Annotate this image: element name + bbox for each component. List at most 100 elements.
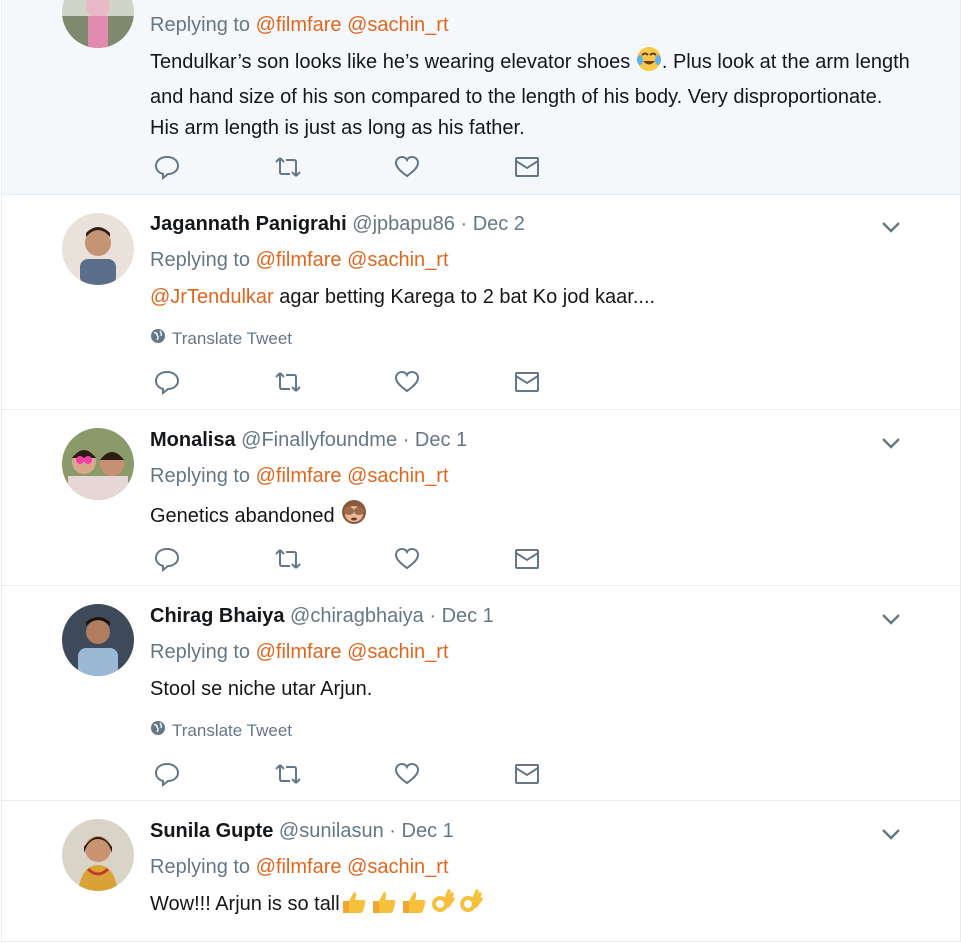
like-button[interactable] [394,155,514,183]
mention-link[interactable]: @sachin_rt [347,856,448,878]
user-name[interactable]: Chirag Bhaiya [150,605,284,627]
chevron-down-icon[interactable] [879,822,903,846]
tweet[interactable]: Sunila Gupte @sunilasun · Dec 1 Replying… [2,801,960,941]
retweet-icon [274,761,302,792]
reply-button[interactable] [154,547,274,575]
heart-icon [394,369,420,400]
tweet-text: Tendulkar’s son looks like he’s wearing … [150,46,910,144]
reply-icon [154,761,180,792]
envelope-icon [514,761,540,792]
tweet-actions [154,155,634,183]
separator-dot: · [402,429,410,451]
tweet[interactable]: Replying to @filmfare @sachin_rt Tendulk… [2,0,960,195]
replying-to: Replying to @filmfare @sachin_rt [150,249,449,271]
chevron-down-icon[interactable] [879,607,903,631]
ok-hand-emoji-icon [431,889,455,912]
chevron-down-icon[interactable] [879,215,903,239]
mention-link[interactable]: @sachin_rt [347,465,448,487]
tweet-text: @JrTendulkar agar betting Karega to 2 ba… [150,286,656,308]
tweet-actions [154,762,634,790]
mention-link[interactable]: @sachin_rt [347,249,448,271]
translate-tweet-link[interactable]: Translate Tweet [150,720,292,741]
tweet-text: Wow!!! Arjun is so tall [150,889,910,920]
mention-link[interactable]: @filmfare [256,641,342,663]
like-button[interactable] [394,370,514,398]
avatar[interactable] [62,604,134,676]
tweet-header: Chirag Bhaiya @chiragbhaiya · Dec 1 [150,605,494,628]
tweet-header: Monalisa @Finallyfoundme · Dec 1 [150,429,467,452]
direct-message-button[interactable] [514,370,634,398]
retweet-button[interactable] [274,762,394,790]
reply-icon [154,154,180,185]
reply-button[interactable] [154,762,274,790]
heart-icon [394,154,420,185]
mention-link[interactable]: @filmfare [256,465,342,487]
chevron-down-icon[interactable] [879,431,903,455]
tweet-text: Genetics abandoned [150,498,910,536]
mention-link[interactable]: @filmfare [256,14,342,36]
tweet-date[interactable]: Dec 1 [442,605,494,627]
envelope-icon [514,154,540,185]
reply-icon [154,369,180,400]
mention-link[interactable]: @sachin_rt [347,14,448,36]
user-handle[interactable]: @chiragbhaiya [290,605,424,627]
direct-message-button[interactable] [514,762,634,790]
user-name[interactable]: Sunila Gupte [150,820,273,842]
direct-message-button[interactable] [514,155,634,183]
avatar[interactable] [62,213,134,285]
mention-link[interactable]: @JrTendulkar [150,286,274,308]
retweet-button[interactable] [274,370,394,398]
tweet-date[interactable]: Dec 2 [473,213,525,235]
reply-button[interactable] [154,155,274,183]
tweet-date[interactable]: Dec 1 [402,820,454,842]
tweet-header: Jagannath Panigrahi @jpbapu86 · Dec 2 [150,213,525,236]
retweet-icon [274,369,302,400]
translate-label: Translate Tweet [172,720,293,740]
envelope-icon [514,546,540,577]
mention-link[interactable]: @filmfare [256,856,342,878]
like-button[interactable] [394,547,514,575]
thumbs-up-emoji-icon [372,892,396,913]
avatar[interactable] [62,428,134,500]
reply-button[interactable] [154,370,274,398]
direct-message-button[interactable] [514,547,634,575]
emoji-sequence [340,889,484,915]
separator-dot: · [429,605,436,627]
tweet-header: Sunila Gupte @sunilasun · Dec 1 [150,820,454,843]
tweet-date[interactable]: Dec 1 [415,429,467,451]
tweet-actions [154,547,634,575]
retweet-icon [274,154,302,185]
translate-tweet-link[interactable]: Translate Tweet [150,328,292,349]
retweet-icon [274,546,302,577]
avatar[interactable] [62,0,134,48]
thumbs-up-emoji-icon [342,892,366,913]
ok-hand-emoji-icon [459,889,483,912]
tweet[interactable]: Monalisa @Finallyfoundme · Dec 1 Replyin… [2,410,960,586]
like-button[interactable] [394,762,514,790]
heart-icon [394,761,420,792]
user-name[interactable]: Monalisa [150,429,236,451]
tweet-actions [154,370,634,398]
replying-to: Replying to @filmfare @sachin_rt [150,465,449,487]
tweet-timeline: Replying to @filmfare @sachin_rt Tendulk… [1,0,961,942]
tears-of-joy-emoji-icon [636,46,662,82]
user-handle[interactable]: @Finallyfoundme [241,429,397,451]
tweet[interactable]: Jagannath Panigrahi @jpbapu86 · Dec 2 Re… [2,195,960,410]
retweet-button[interactable] [274,155,394,183]
tweet[interactable]: Chirag Bhaiya @chiragbhaiya · Dec 1 Repl… [2,586,960,801]
user-handle[interactable]: @jpbapu86 [352,213,455,235]
separator-dot: · [460,213,468,235]
tweet-text: Stool se niche utar Arjun. [150,678,373,700]
avatar[interactable] [62,819,134,891]
mention-link[interactable]: @filmfare [256,249,342,271]
retweet-button[interactable] [274,547,394,575]
see-no-evil-monkey-emoji-icon [340,498,368,536]
heart-icon [394,546,420,577]
mention-link[interactable]: @sachin_rt [347,641,448,663]
user-handle[interactable]: @sunilasun [279,820,384,842]
globe-icon [150,720,166,741]
replying-to: Replying to @filmfare @sachin_rt [150,641,449,663]
translate-label: Translate Tweet [172,328,293,348]
replying-to: Replying to @filmfare @sachin_rt [150,14,449,36]
user-name[interactable]: Jagannath Panigrahi [150,213,347,235]
